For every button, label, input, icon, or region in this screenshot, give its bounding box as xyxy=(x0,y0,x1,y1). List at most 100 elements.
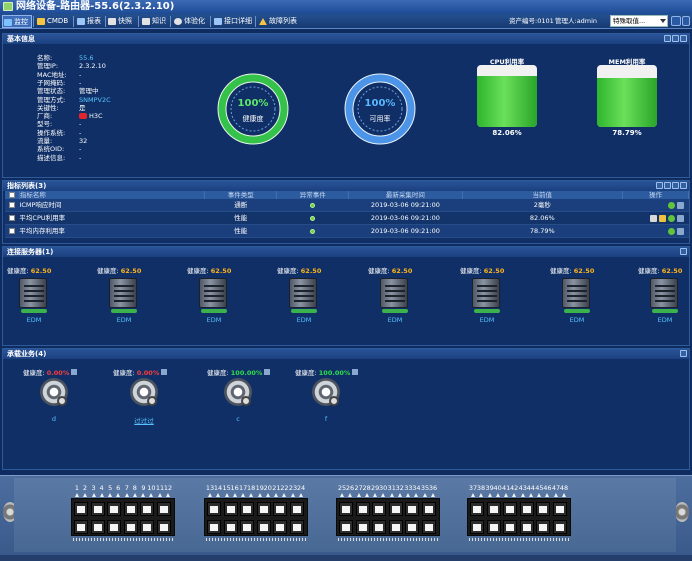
service-item[interactable]: 健康度: 0.00% 过过过 xyxy=(113,367,173,431)
collapse-icon[interactable] xyxy=(680,248,687,255)
ethernet-port[interactable] xyxy=(405,520,420,534)
ethernet-port[interactable] xyxy=(355,520,370,534)
service-name[interactable]: 过过过 xyxy=(113,415,175,425)
server-name[interactable]: EDM xyxy=(644,316,686,324)
server-name[interactable]: EDM xyxy=(556,316,598,324)
server-name[interactable]: EDM xyxy=(103,316,145,324)
col-latest-time[interactable]: 最新采集时间 xyxy=(348,191,463,199)
ethernet-port[interactable] xyxy=(536,520,551,534)
ethernet-port[interactable] xyxy=(256,520,271,534)
server-item[interactable]: 健康度: 62.50 EDM xyxy=(368,265,416,329)
toolbar-cmdb[interactable]: CMDB xyxy=(36,15,68,28)
ethernet-port[interactable] xyxy=(339,520,353,534)
server-name[interactable]: EDM xyxy=(466,316,508,324)
ethernet-port[interactable] xyxy=(223,502,238,516)
chart-icon[interactable] xyxy=(161,369,168,375)
col-current-value[interactable]: 当前值 xyxy=(462,191,624,199)
ethernet-port[interactable] xyxy=(503,502,518,516)
ethernet-port[interactable] xyxy=(240,520,255,534)
ethernet-port[interactable] xyxy=(74,502,88,516)
row-checkbox[interactable] xyxy=(9,202,16,208)
ethernet-port[interactable] xyxy=(207,520,221,534)
ethernet-port[interactable] xyxy=(140,502,155,516)
chart-icon[interactable] xyxy=(352,369,359,375)
ethernet-port[interactable] xyxy=(388,502,403,516)
table-row[interactable]: 平均CPU利用率 性能 2019-03-06 09:21:00 82.06% xyxy=(5,211,689,225)
ethernet-port[interactable] xyxy=(157,520,171,534)
col-abnormal-event[interactable]: 异常事件 xyxy=(276,191,350,199)
ethernet-port[interactable] xyxy=(519,502,534,516)
service-item[interactable]: 健康度: 0.00% d xyxy=(23,367,83,431)
chart-icon[interactable] xyxy=(676,201,684,209)
col-metric-name[interactable]: 指标名称 xyxy=(19,191,206,199)
ethernet-port[interactable] xyxy=(372,520,387,534)
refresh-icon[interactable] xyxy=(664,35,671,42)
service-item[interactable]: 健康度: 100.00% f xyxy=(295,367,359,431)
help-icon[interactable] xyxy=(667,214,675,222)
settings-icon[interactable] xyxy=(672,35,679,42)
ethernet-port[interactable] xyxy=(256,502,271,516)
ethernet-port[interactable] xyxy=(503,520,518,534)
chart-icon[interactable] xyxy=(71,369,78,375)
ethernet-port[interactable] xyxy=(405,502,420,516)
ethernet-port[interactable] xyxy=(486,502,501,516)
help-icon[interactable] xyxy=(667,227,675,235)
ethernet-port[interactable] xyxy=(355,502,370,516)
ethernet-port[interactable] xyxy=(372,502,387,516)
chart-icon[interactable] xyxy=(676,227,684,235)
ethernet-port[interactable] xyxy=(140,520,155,534)
server-item[interactable]: 健康度: 62.50 EDM xyxy=(97,265,145,329)
ethernet-port[interactable] xyxy=(422,520,436,534)
toolbar-knowledge[interactable]: 知识 xyxy=(141,15,166,28)
ethernet-port[interactable] xyxy=(207,502,221,516)
table-row[interactable]: 平均内存利用率 性能 2019-03-06 09:21:00 78.79% xyxy=(5,224,689,238)
service-name[interactable]: c xyxy=(207,415,269,423)
edit-icon[interactable] xyxy=(649,214,657,222)
toolbar-snapshot[interactable]: 快照 xyxy=(107,15,132,28)
threshold-icon[interactable] xyxy=(658,214,666,222)
toolbar-experience[interactable]: 体验化 xyxy=(173,15,205,28)
ethernet-port[interactable] xyxy=(74,520,88,534)
server-name[interactable]: EDM xyxy=(193,316,235,324)
settings-icon[interactable] xyxy=(672,182,679,189)
ethernet-port[interactable] xyxy=(536,502,551,516)
ethernet-port[interactable] xyxy=(123,502,138,516)
ethernet-port[interactable] xyxy=(553,502,567,516)
server-name[interactable]: EDM xyxy=(283,316,325,324)
help-icon[interactable] xyxy=(667,201,675,209)
server-item[interactable]: 健康度: 62.50 EDM xyxy=(7,265,55,329)
collapse-icon[interactable] xyxy=(680,182,687,189)
menu-icon[interactable] xyxy=(682,16,690,26)
ethernet-port[interactable] xyxy=(107,520,122,534)
refresh-icon[interactable] xyxy=(664,182,671,189)
collapse-icon[interactable] xyxy=(680,35,687,42)
server-item[interactable]: 健康度: 62.50 EDM xyxy=(187,265,235,329)
ethernet-port[interactable] xyxy=(273,502,288,516)
table-row[interactable]: ICMP响应时间 通断 2019-03-06 09:21:00 2毫秒 xyxy=(5,199,689,212)
chart-icon[interactable] xyxy=(676,214,684,222)
ethernet-port[interactable] xyxy=(123,520,138,534)
row-checkbox[interactable] xyxy=(9,215,16,221)
ethernet-port[interactable] xyxy=(519,520,534,534)
ethernet-port[interactable] xyxy=(90,520,105,534)
server-name[interactable]: EDM xyxy=(13,316,55,324)
ethernet-port[interactable] xyxy=(240,502,255,516)
chart-icon[interactable] xyxy=(264,369,271,375)
ethernet-port[interactable] xyxy=(486,520,501,534)
settings-icon[interactable] xyxy=(671,16,681,26)
ethernet-port[interactable] xyxy=(422,502,436,516)
server-item[interactable]: 健康度: 62.50 EDM xyxy=(277,265,325,329)
row-checkbox[interactable] xyxy=(9,228,16,234)
ethernet-port[interactable] xyxy=(388,520,403,534)
export-icon[interactable] xyxy=(656,182,663,189)
ethernet-port[interactable] xyxy=(223,520,238,534)
toolbar-report[interactable]: 报表 xyxy=(76,15,101,28)
server-name[interactable]: EDM xyxy=(374,316,416,324)
ethernet-port[interactable] xyxy=(273,520,288,534)
ethernet-port[interactable] xyxy=(470,502,484,516)
collapse-icon[interactable] xyxy=(680,350,687,357)
ethernet-port[interactable] xyxy=(339,502,353,516)
ethernet-port[interactable] xyxy=(107,502,122,516)
special-value-select[interactable]: 特殊取值... xyxy=(610,15,668,27)
service-name[interactable]: d xyxy=(23,415,85,423)
